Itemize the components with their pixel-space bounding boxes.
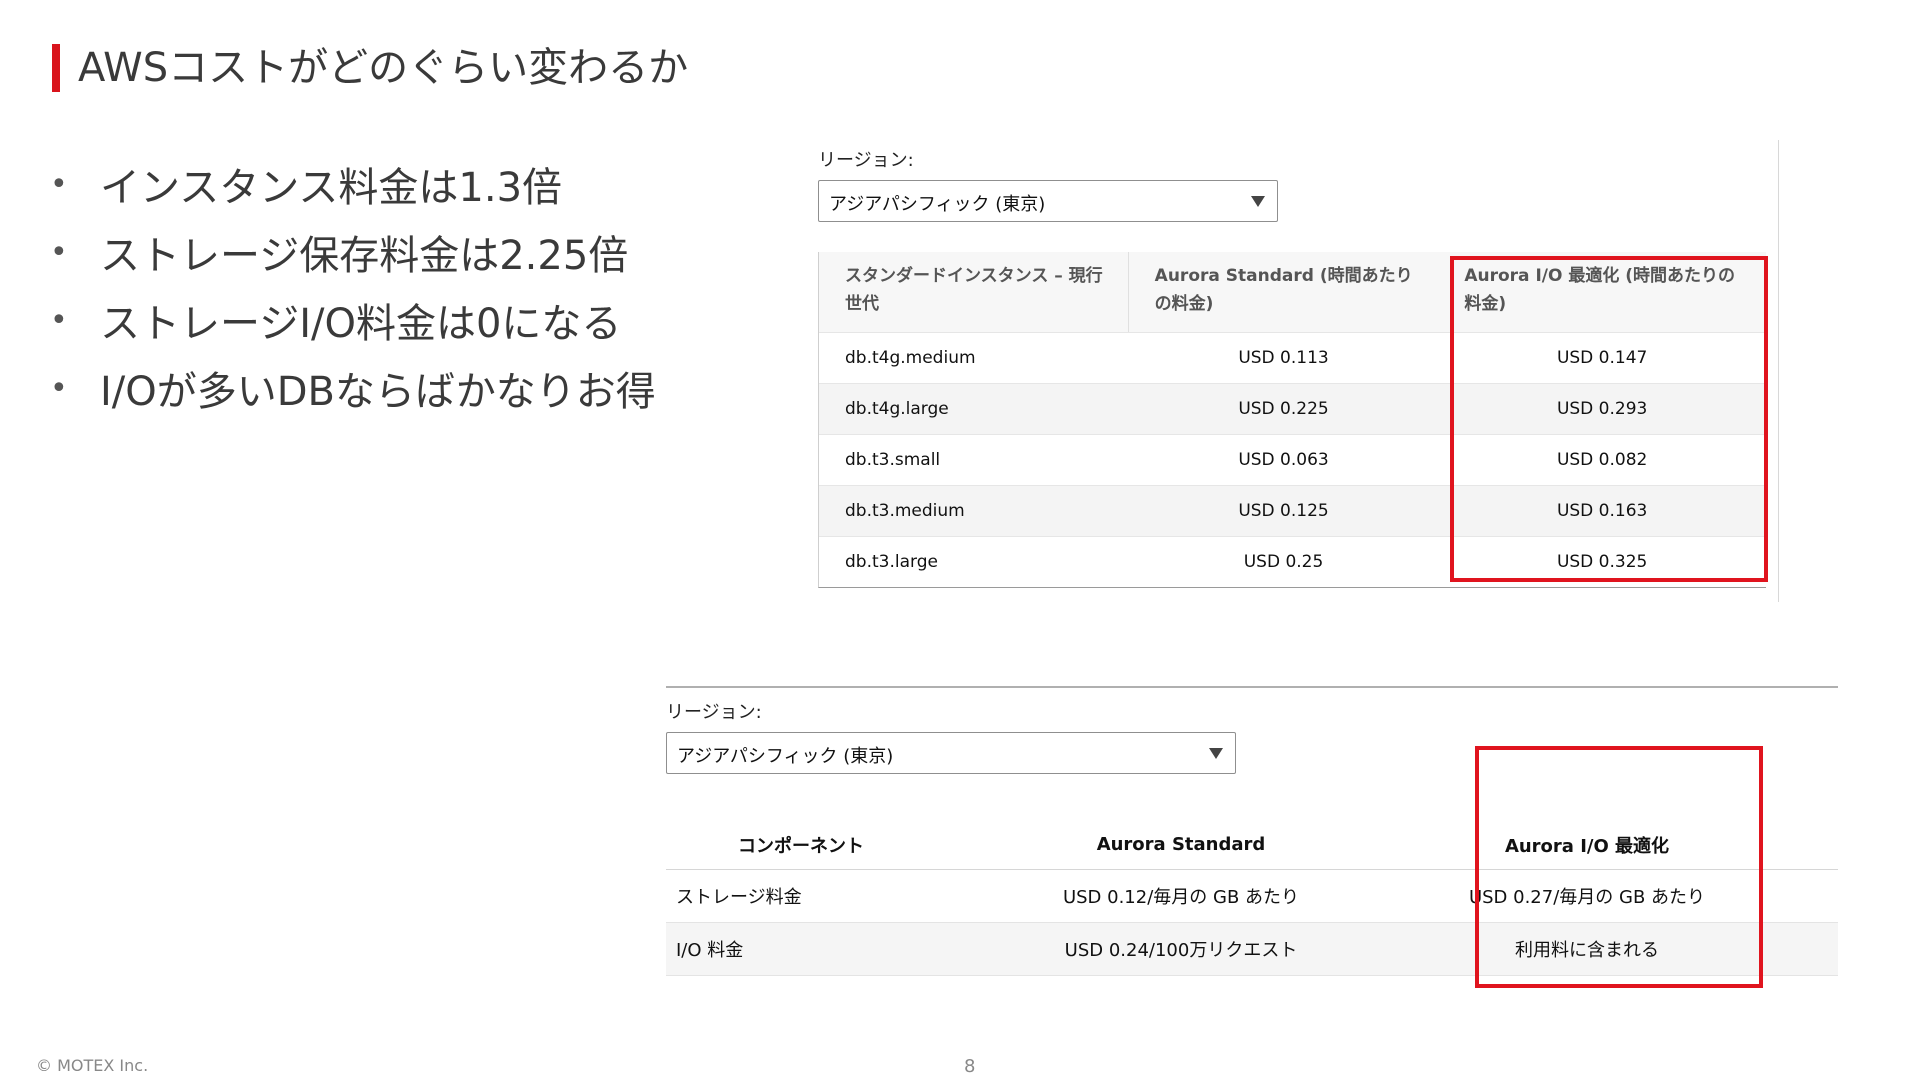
bullet-dot-icon: • xyxy=(50,166,68,202)
bullet-list: • インスタンス料金は1.3倍 • ストレージ保存料金は2.25倍 • ストレージI/… xyxy=(50,150,710,422)
standard-price: USD 0.063 xyxy=(1238,450,1329,470)
slide-title: AWSコストがどのぐらい変わるか xyxy=(78,45,689,91)
bullet-item: • インスタンス料金は1.3倍 xyxy=(50,150,710,218)
bullet-text: I/Oが多いDBならばかなりお得 xyxy=(100,369,656,415)
region-label: リージョン: xyxy=(818,150,914,171)
region-label: リージョン: xyxy=(666,702,762,723)
region-select[interactable]: アジアパシフィック (東京) xyxy=(818,180,1278,222)
bullet-text: ストレージI/O料金は0になる xyxy=(100,301,622,347)
bullet-item: • I/Oが多いDBならばかなりお得 xyxy=(50,354,710,422)
instance-type: db.t3.large xyxy=(845,552,938,572)
column-header: スタンダードインスタンス – 現行世代 xyxy=(819,252,1129,332)
io-optimized-storage-highlight xyxy=(1475,746,1763,988)
component-name: I/O 料金 xyxy=(676,940,744,961)
dropdown-arrow-icon xyxy=(1251,196,1265,207)
bullet-dot-icon: • xyxy=(50,234,68,270)
page-number: 8 xyxy=(964,1056,976,1077)
region-select-value: アジアパシフィック (東京) xyxy=(677,746,894,767)
standard-price: USD 0.24/100万リクエスト xyxy=(1064,940,1298,961)
instance-type: db.t3.medium xyxy=(845,501,965,521)
standard-price: USD 0.12/毎月の GB あたり xyxy=(1062,887,1300,908)
bullet-text: ストレージ保存料金は2.25倍 xyxy=(100,233,629,279)
bullet-dot-icon: • xyxy=(50,370,68,406)
region-select[interactable]: アジアパシフィック (東京) xyxy=(666,732,1236,774)
standard-price: USD 0.225 xyxy=(1238,399,1329,419)
panel-divider xyxy=(1778,140,1779,602)
component-name: ストレージ料金 xyxy=(676,887,802,908)
io-optimized-instance-highlight xyxy=(1450,256,1768,582)
instance-type: db.t4g.large xyxy=(845,399,949,419)
panel-top-rule xyxy=(666,686,1838,688)
standard-price: USD 0.25 xyxy=(1243,552,1324,572)
bullet-item: • ストレージI/O料金は0になる xyxy=(50,286,710,354)
bullet-dot-icon: • xyxy=(50,302,68,338)
bullet-item: • ストレージ保存料金は2.25倍 xyxy=(50,218,710,286)
title-accent-bar xyxy=(52,44,60,92)
footer-copyright: © MOTEX Inc. xyxy=(36,1056,149,1075)
column-header: コンポーネント xyxy=(738,835,864,857)
standard-price: USD 0.125 xyxy=(1238,501,1329,521)
bullet-text: インスタンス料金は1.3倍 xyxy=(100,165,563,211)
dropdown-arrow-icon xyxy=(1209,748,1223,759)
region-select-value: アジアパシフィック (東京) xyxy=(829,194,1046,215)
column-header: Aurora Standard xyxy=(1096,834,1266,855)
column-header: Aurora Standard (時間あたりの料金) xyxy=(1154,266,1413,314)
instance-type: db.t3.small xyxy=(845,450,941,470)
standard-price: USD 0.113 xyxy=(1238,348,1329,368)
instance-type: db.t4g.medium xyxy=(845,348,976,368)
